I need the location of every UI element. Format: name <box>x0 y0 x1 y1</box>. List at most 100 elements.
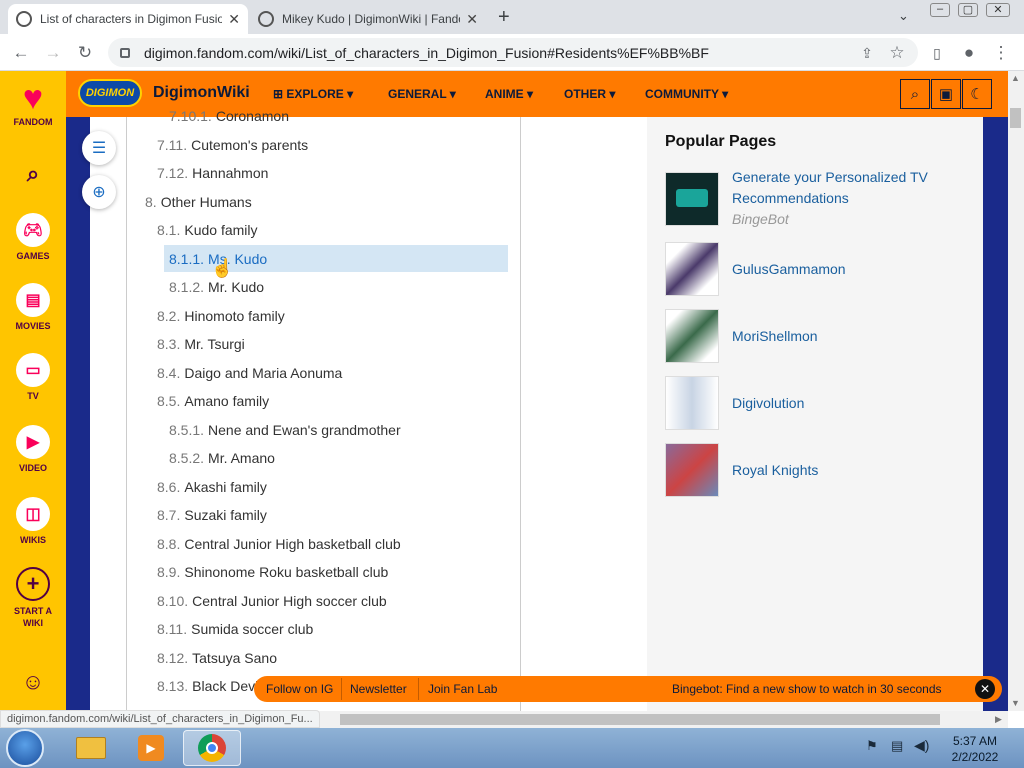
clapper-icon: ▤ <box>16 283 50 317</box>
popular-thumb-digivolution[interactable] <box>665 376 719 430</box>
toc-num: 8.1.1. <box>169 251 205 267</box>
tray-flag-icon[interactable]: ⚑ <box>866 738 878 754</box>
nav-other[interactable]: OTHER ▾ <box>564 87 615 101</box>
forward-icon[interactable]: → <box>42 42 64 64</box>
browser-tab-active[interactable]: List of characters in Digimon Fusion ✕ <box>8 4 248 34</box>
close-icon[interactable]: ✕ <box>975 679 995 699</box>
toc-item[interactable]: 8.2. Hinomoto family <box>157 308 285 324</box>
vertical-scroll-thumb[interactable] <box>1010 108 1021 128</box>
wiki-logo[interactable]: DIGIMON <box>78 79 142 107</box>
popular-thumb-gulusgammamon[interactable] <box>665 242 719 296</box>
toc-item[interactable]: 8.5.2. Mr. Amano <box>169 450 275 466</box>
taskbar-media-player[interactable]: ▶ <box>122 730 180 766</box>
minimize-icon[interactable]: – <box>930 3 950 17</box>
popular-page-link[interactable]: Generate your Personalized TV Recommenda… <box>732 167 962 209</box>
toc-num: 8.7. <box>157 507 181 523</box>
nav-anime[interactable]: ANIME ▾ <box>485 87 533 101</box>
toc-item[interactable]: 8.13. Black Devi <box>157 678 258 694</box>
maximize-icon[interactable]: ▢ <box>958 3 978 17</box>
vertical-scrollbar[interactable] <box>1008 71 1024 711</box>
toc-item[interactable]: 8.1.2. Mr. Kudo <box>169 279 264 295</box>
sidepanel-icon[interactable]: ▯ <box>926 42 948 64</box>
popular-thumb-morishellmon[interactable] <box>665 309 719 363</box>
scroll-right-icon[interactable]: ▶ <box>995 714 1002 725</box>
toc-list-icon[interactable]: ☰ <box>82 131 116 165</box>
nav-community[interactable]: COMMUNITY ▾ <box>645 87 728 101</box>
taskbar-clock[interactable]: 5:37 AM 2/2/2022 <box>940 733 1010 765</box>
theme-moon-icon[interactable]: ☾ <box>962 79 992 109</box>
menu-kebab-icon[interactable]: ⋮ <box>990 42 1012 64</box>
toc-item[interactable]: 8.1. Kudo family <box>157 222 258 238</box>
rail-item-start-wiki[interactable]: + START A WIKI <box>0 567 66 629</box>
toc-item[interactable]: 8.5.1. Nene and Ewan's grandmother <box>169 422 401 438</box>
url-input[interactable]: digimon.fandom.com/wiki/List_of_characte… <box>108 38 918 67</box>
follow-ig-link[interactable]: Follow on IG <box>266 682 333 696</box>
toc-item[interactable]: 8.7. Suzaki family <box>157 507 267 523</box>
toc-item[interactable]: 8.9. Shinonome Roku basketball club <box>157 564 388 580</box>
toc-item[interactable]: 7.12. Hannahmon <box>157 165 268 181</box>
toc-label: Cutemon's parents <box>191 137 309 153</box>
rail-item-video[interactable]: ▶ VIDEO <box>0 425 66 473</box>
new-tab-icon[interactable]: + <box>498 6 510 29</box>
fandom-brand-label: FANDOM <box>13 117 53 127</box>
toc-lock-icon[interactable]: ⊕ <box>82 175 116 209</box>
search-icon[interactable]: ⌕ <box>900 79 930 109</box>
toc-item[interactable]: 8.8. Central Junior High basketball club <box>157 536 401 552</box>
toc-item[interactable]: 8.6. Akashi family <box>157 479 267 495</box>
toc-item[interactable]: 8.4. Daigo and Maria Aonuma <box>157 365 342 381</box>
toc-label: Mr. Kudo <box>208 279 265 295</box>
rail-item-label: START A WIKI <box>14 606 52 628</box>
popular-page-link[interactable]: GulusGammamon <box>732 259 962 280</box>
popular-page-link[interactable]: Royal Knights <box>732 460 962 481</box>
toc-item[interactable]: 8.5. Amano family <box>157 393 269 409</box>
rail-item-games[interactable]: 🎮︎ GAMES <box>0 213 66 261</box>
toc-item[interactable]: 8.11. Sumida soccer club <box>157 621 313 637</box>
user-avatar-icon[interactable]: ☺ <box>0 669 66 695</box>
browser-tab[interactable]: Mikey Kudo | DigimonWiki | Fandom ✕ <box>250 4 486 34</box>
toc-item[interactable]: 8.12. Tatsuya Sano <box>157 650 277 666</box>
tray-volume-icon[interactable]: ◀) <box>914 737 929 754</box>
reload-icon[interactable]: ↻ <box>74 42 96 64</box>
rail-item-movies[interactable]: ▤ MOVIES <box>0 283 66 331</box>
back-icon[interactable]: ← <box>10 42 32 64</box>
tab-search-icon[interactable]: ⌄ <box>898 8 909 24</box>
tab-close-icon[interactable]: ✕ <box>228 11 240 28</box>
popular-page-link[interactable]: Digivolution <box>732 393 962 414</box>
tray-network-icon[interactable]: ▤ <box>891 738 903 754</box>
discussions-icon[interactable]: ▣ <box>931 79 961 109</box>
rail-item-tv[interactable]: ▭ TV <box>0 353 66 401</box>
toc-item[interactable]: 7.11. Cutemon's parents <box>157 137 308 153</box>
fandom-bottom-bar: Follow on IG Newsletter Join Fan Lab Bin… <box>254 676 1002 702</box>
horizontal-scroll-thumb[interactable] <box>340 714 940 725</box>
toc-item[interactable]: 8.10. Central Junior High soccer club <box>157 593 387 609</box>
start-button[interactable] <box>6 729 44 767</box>
rail-search-icon[interactable]: ⌕ <box>0 161 66 187</box>
popular-thumb-royal-knights[interactable] <box>665 443 719 497</box>
join-fan-lab-link[interactable]: Join Fan Lab <box>428 682 497 696</box>
toc-item[interactable]: 8.3. Mr. Tsurgi <box>157 336 245 352</box>
scroll-down-icon[interactable]: ▼ <box>1011 698 1020 708</box>
scroll-up-icon[interactable]: ▲ <box>1011 73 1020 83</box>
fandom-heart-icon: ♥ <box>22 79 44 117</box>
taskbar-explorer[interactable] <box>62 730 120 766</box>
window-close-icon[interactable]: ✕ <box>986 3 1010 17</box>
toc-label: Sumida soccer club <box>191 621 314 637</box>
bookmark-star-icon[interactable]: ☆ <box>886 42 908 64</box>
rail-item-wikis[interactable]: ◫ WIKIS <box>0 497 66 545</box>
tab-close-icon[interactable]: ✕ <box>466 11 478 28</box>
fandom-logo[interactable]: ♥ FANDOM <box>0 79 66 127</box>
divider <box>418 678 419 700</box>
nav-explore[interactable]: ⊞ EXPLORE ▾ <box>273 87 353 101</box>
newsletter-link[interactable]: Newsletter <box>350 682 407 696</box>
popular-thumb-bingebot[interactable] <box>665 172 719 226</box>
wiki-name[interactable]: DigimonWiki <box>153 84 250 102</box>
taskbar-chrome[interactable] <box>183 730 241 766</box>
toc-item[interactable]: 7.10.1. Coronamon <box>169 108 289 124</box>
profile-icon[interactable]: ● <box>958 42 980 64</box>
nav-general[interactable]: GENERAL ▾ <box>388 87 456 101</box>
share-icon[interactable]: ⇪ <box>856 42 878 64</box>
popular-page-link[interactable]: MoriShellmon <box>732 326 962 347</box>
toc-num: 8.1. <box>157 222 181 238</box>
bingebot-promo-link[interactable]: Bingebot: Find a new show to watch in 30… <box>672 682 942 696</box>
toc-item[interactable]: 8. Other Humans <box>145 194 252 210</box>
